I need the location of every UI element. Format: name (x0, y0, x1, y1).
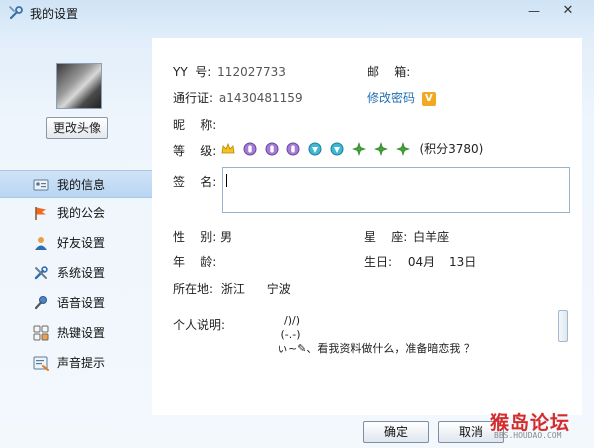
passport-label: 通行证: (173, 91, 214, 105)
ok-button[interactable]: 确定 (363, 421, 429, 443)
age-row: 年 龄: (173, 253, 216, 270)
sidebar-item-label: 好友设置 (57, 236, 106, 250)
flag-icon (35, 207, 46, 220)
sidebar-item-label: 声音提示 (57, 356, 106, 370)
email-label: 邮 箱: (367, 65, 411, 79)
id-card-icon (33, 179, 49, 191)
crown-icon (221, 142, 235, 156)
location-label: 所在地: (173, 282, 214, 296)
yy-number-value: 112027733 (217, 65, 286, 79)
birthday-month: 04月 (407, 255, 436, 269)
description-label: 个人说明: (173, 318, 226, 332)
person-icon (35, 237, 47, 250)
sidebar-item-system-settings[interactable]: 系统设置 (0, 259, 152, 287)
moon-icon (286, 142, 300, 156)
avatar (56, 63, 102, 109)
settings-window: 我的设置 — ✕ 更改头像 我的信息 我的公会 好友设置 系统设置 语音设置 热… (0, 0, 594, 448)
wrench-icon (34, 266, 48, 280)
yy-number-label: YY 号: (173, 65, 212, 79)
signature-input[interactable] (222, 167, 570, 213)
window-title: 我的设置 (30, 7, 79, 21)
sidebar-item-label: 语音设置 (57, 296, 106, 310)
location-row: 所在地: 浙江 宁波 (173, 280, 291, 297)
constellation-row: 星 座: 白羊座 (364, 228, 449, 245)
yy-number-row: YY 号: 112027733 (173, 63, 286, 80)
change-password-link[interactable]: 修改密码 (367, 91, 415, 105)
profile-panel: YY 号: 112027733 邮 箱: 通行证: a1430481159 修改… (152, 38, 582, 415)
birthday-label: 生日: (364, 255, 393, 269)
gender-label: 性 别: (173, 230, 217, 244)
moon-icon (243, 142, 257, 156)
vip-badge: V (421, 91, 436, 106)
microphone-icon (34, 296, 47, 310)
description-scrollbar[interactable] (558, 310, 568, 382)
notification-icon (33, 356, 49, 371)
signature-label: 签 名: (173, 175, 217, 189)
city-value: 宁波 (266, 282, 291, 296)
sidebar-item-sound-alerts[interactable]: 声音提示 (0, 349, 152, 377)
sidebar-item-my-guild[interactable]: 我的公会 (0, 199, 152, 227)
birthday-row: 生日: 04月 13日 (364, 253, 476, 270)
wrench-icon (9, 6, 23, 20)
gender-row: 性 别: 男 (173, 228, 232, 245)
province-value: 浙江 (220, 282, 245, 296)
diamond-icon (308, 142, 322, 156)
level-icons: (积分3780) (221, 140, 487, 157)
sidebar-item-label: 我的公会 (57, 206, 106, 220)
passport-row: 通行证: a1430481159 (173, 89, 303, 106)
scrollbar-thumb[interactable] (558, 310, 568, 342)
change-password-row: 修改密码 V (367, 89, 436, 106)
constellation-label: 星 座: (364, 230, 408, 244)
sidebar-item-label: 热键设置 (57, 326, 106, 340)
sidebar-item-hotkey-settings[interactable]: 热键设置 (0, 319, 152, 347)
sidebar-item-my-info[interactable]: 我的信息 (0, 170, 152, 198)
birthday-day: 13日 (448, 255, 477, 269)
sidebar-item-label: 系统设置 (57, 266, 106, 280)
watermark-url: BBS.HOUDAO.COM (494, 431, 562, 440)
level-score: (积分3780) (419, 142, 484, 156)
passport-value: a1430481159 (218, 91, 303, 105)
sidebar: 更改头像 我的信息 我的公会 好友设置 系统设置 语音设置 热键设置 声音提示 (0, 26, 152, 448)
sidebar-item-voice-settings[interactable]: 语音设置 (0, 289, 152, 317)
star-icon (395, 141, 410, 156)
diamond-icon (330, 142, 344, 156)
gender-value: 男 (220, 230, 233, 244)
minimize-button[interactable]: — (522, 2, 546, 20)
constellation-value: 白羊座 (413, 230, 450, 244)
star-icon (373, 141, 388, 156)
keyboard-icon (33, 325, 49, 341)
close-button[interactable]: ✕ (556, 2, 580, 20)
level-label: 等 级: (173, 144, 217, 158)
star-icon (352, 141, 366, 156)
title-bar[interactable]: 我的设置 — ✕ (0, 0, 594, 26)
sidebar-item-label: 我的信息 (57, 178, 106, 192)
nickname-label: 昵 称: (173, 118, 217, 132)
change-avatar-button[interactable]: 更改头像 (46, 117, 108, 139)
text-caret (226, 174, 227, 187)
age-label: 年 龄: (173, 255, 217, 269)
sidebar-item-friend-settings[interactable]: 好友设置 (0, 229, 152, 257)
moon-icon (265, 142, 279, 156)
description-text: /)/) (-.-) ぃ~✎、看我资料做什么，准备暗恋我 ？ (276, 314, 475, 355)
